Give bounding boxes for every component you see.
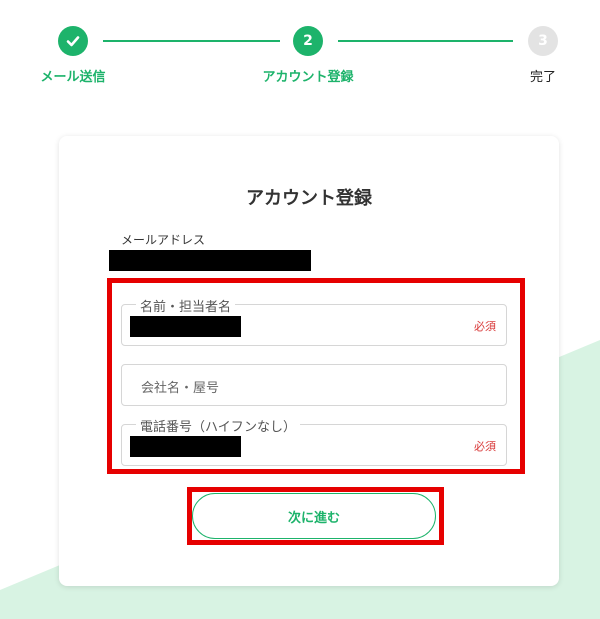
- step-3-indicator: 3: [528, 26, 558, 56]
- step-3-label: 完了: [529, 70, 557, 85]
- fields-highlight-box: [107, 278, 525, 474]
- button-highlight-box: [187, 487, 444, 545]
- step-2-indicator: 2: [293, 26, 323, 56]
- email-label: メールアドレス: [121, 233, 206, 247]
- step-1-check-icon: [58, 26, 88, 56]
- progress-stepper: 2 3 メール送信 アカウント登録 完了: [0, 0, 600, 100]
- page-title: アカウント登録: [246, 188, 372, 209]
- step-connector-1: [103, 40, 280, 42]
- step-connector-2: [338, 40, 513, 42]
- email-value-redacted: [109, 250, 311, 271]
- step-1-label: メール送信: [40, 70, 106, 85]
- step-2-label: アカウント登録: [262, 70, 354, 85]
